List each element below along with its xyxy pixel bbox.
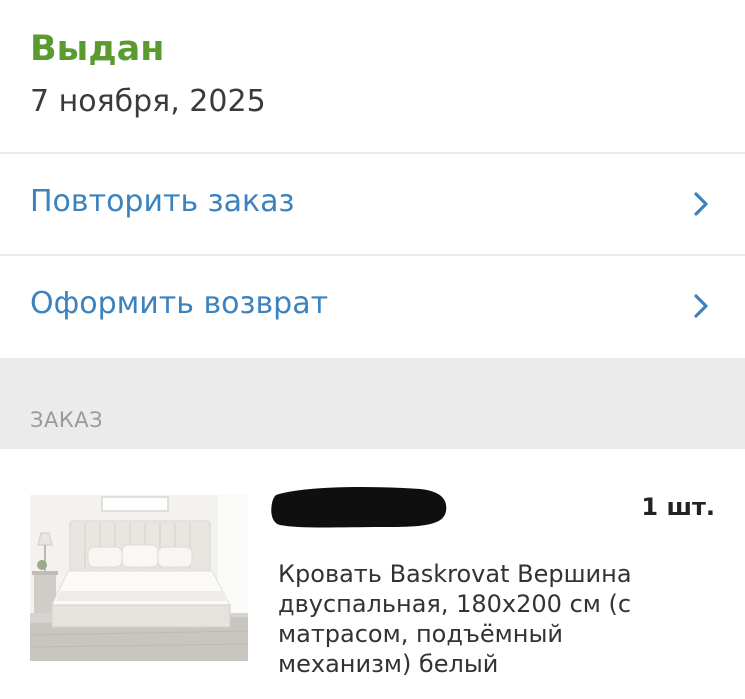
order-status-block: Выдан 7 ноября, 2025 (0, 0, 745, 152)
order-status-title: Выдан (30, 29, 165, 69)
order-status-date: 7 ноября, 2025 (30, 84, 266, 119)
redacted-product-name (271, 487, 447, 528)
repeat-order-button[interactable]: Повторить заказ (0, 154, 745, 254)
chevron-right-icon (694, 294, 708, 318)
order-section-label: ЗАКАЗ (30, 408, 104, 432)
return-order-button[interactable]: Оформить возврат (0, 256, 745, 356)
chevron-right-icon (694, 192, 708, 216)
item-quantity: 1 шт. (641, 493, 715, 521)
bed-photo (30, 495, 248, 661)
order-details-page: Выдан 7 ноября, 2025 Повторить заказ Офо… (0, 0, 745, 699)
product-image[interactable] (30, 495, 248, 661)
product-title[interactable]: Кровать Baskrovat Вершина двуспальная, 1… (278, 559, 688, 679)
repeat-order-label: Повторить заказ (30, 184, 295, 219)
order-section-header: ЗАКАЗ (0, 358, 745, 449)
order-item-row[interactable]: 1 шт. Кровать Baskrovat Вершина двуспаль… (0, 449, 745, 699)
return-order-label: Оформить возврат (30, 286, 329, 321)
